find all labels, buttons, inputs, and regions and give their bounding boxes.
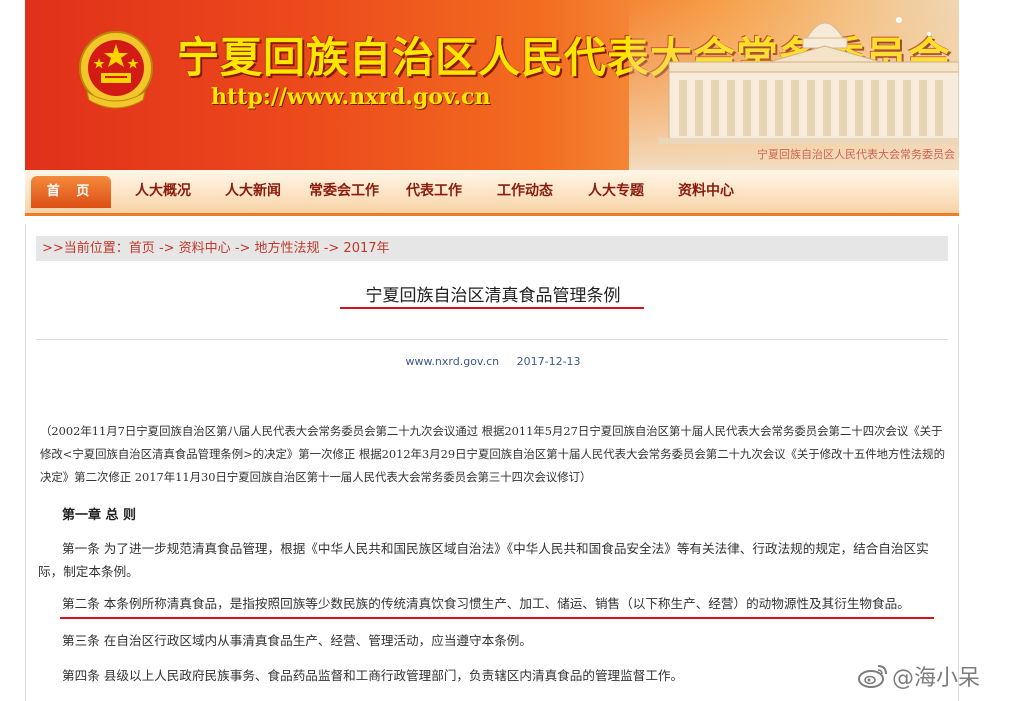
article-source[interactable]: www.nxrd.gov.cn xyxy=(405,355,499,368)
national-emblem-icon xyxy=(79,31,153,109)
nav-item-special-topics[interactable]: 人大专题 xyxy=(588,170,644,213)
nav-home[interactable]: 首 页 xyxy=(31,176,111,208)
article-date: 2017-12-13 xyxy=(516,355,581,368)
nav-item-news[interactable]: 人大新闻 xyxy=(225,170,281,213)
article-paragraph: 第二条 本条例所称清真食品，是指按照回族等少数民族的传统清真饮食习惯生产、加工、… xyxy=(62,596,910,611)
breadcrumb-local-regulations[interactable]: 地方性法规 xyxy=(255,241,320,256)
article-paragraph: 第三条 在自治区行政区域内从事清真食品生产、经营、管理活动，应当遵守本条例。 xyxy=(62,633,532,648)
nav-item-resource-center[interactable]: 资料中心 xyxy=(678,170,734,213)
article-title: 宁夏回族自治区清真食品管理条例 xyxy=(365,286,621,306)
article-preamble: （2002年11月7日宁夏回族自治区第八届人民代表大会常务委员会第二十九次会议通… xyxy=(40,424,945,484)
breadcrumb-home[interactable]: 首页 xyxy=(129,241,155,256)
banner-caption: 宁夏回族自治区人民代表大会常务委员会 xyxy=(757,148,955,161)
site-url: http://www.nxrd.gov.cn xyxy=(211,84,491,110)
breadcrumb-separator: -> xyxy=(154,241,179,256)
breadcrumb-resource-center[interactable]: 资料中心 xyxy=(179,241,231,256)
title-divider xyxy=(36,339,948,340)
site-banner: 宁夏回族自治区人民代表大会常务委员会 http://www.nxrd.gov.c… xyxy=(25,0,959,170)
article-meta: www.nxrd.gov.cn 2017-12-13 xyxy=(26,355,960,368)
parliament-building-icon xyxy=(629,0,959,170)
title-annotation-underline xyxy=(340,307,644,309)
nav-item-committee-work[interactable]: 常委会工作 xyxy=(309,170,379,213)
weibo-watermark: @海小呆 xyxy=(858,660,980,696)
main-nav: 首 页 人大概况 人大新闻 常委会工作 代表工作 工作动态 人大专题 资料中心 xyxy=(25,170,959,216)
breadcrumb: >>当前位置：首页 -> 资料中心 -> 地方性法规 -> 2017年 xyxy=(36,236,948,261)
paragraph-annotation-underline xyxy=(60,617,934,619)
chapter-heading: 第一章 总 则 xyxy=(62,508,137,523)
breadcrumb-separator: -> xyxy=(230,241,255,256)
weibo-logo-icon xyxy=(858,665,887,688)
nav-item-deputy-work[interactable]: 代表工作 xyxy=(406,170,462,213)
breadcrumb-prefix: >>当前位置： xyxy=(42,241,129,256)
breadcrumb-year[interactable]: 2017年 xyxy=(343,241,389,256)
nav-item-work-updates[interactable]: 工作动态 xyxy=(497,170,553,213)
article-panel: >>当前位置：首页 -> 资料中心 -> 地方性法规 -> 2017年 宁夏回族… xyxy=(25,224,959,701)
article-paragraph: 第四条 县级以上人民政府民族事务、食品药品监督和工商行政管理部门，负责辖区内清真… xyxy=(62,668,684,683)
nav-item-overview[interactable]: 人大概况 xyxy=(135,170,191,213)
breadcrumb-separator: -> xyxy=(319,241,344,256)
article-paragraph: 第一条 为了进一步规范清真食品管理，根据《中华人民共和国民族区域自治法》《中华人… xyxy=(38,541,929,579)
watermark-text: @海小呆 xyxy=(892,666,981,691)
